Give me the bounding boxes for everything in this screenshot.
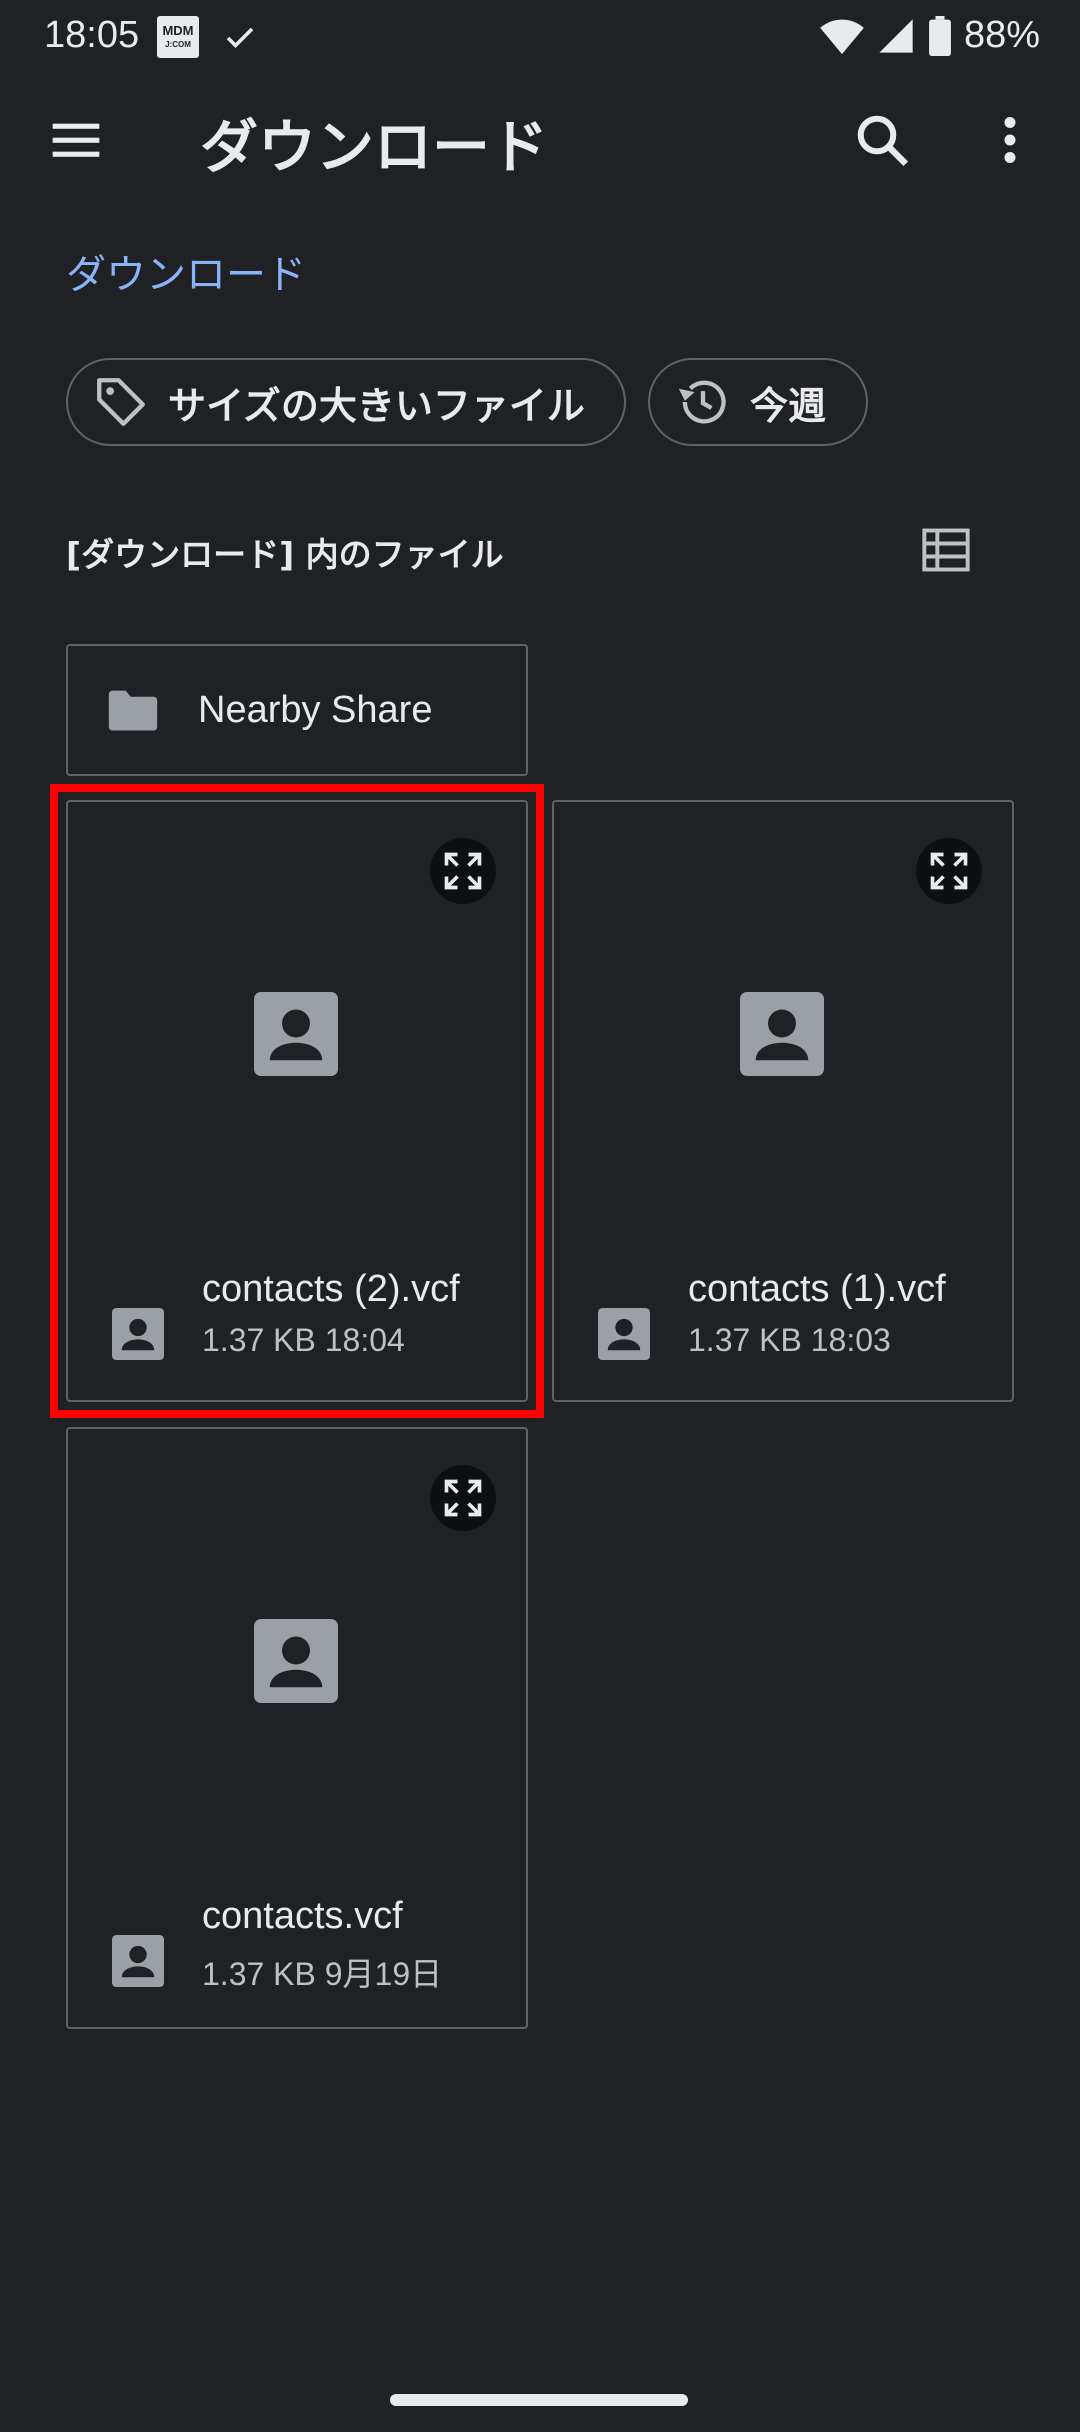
check-icon <box>226 27 254 49</box>
file-name: contacts.vcf <box>202 1895 403 1937</box>
menu-icon[interactable] <box>48 112 104 168</box>
contact-preview-icon <box>254 1619 338 1703</box>
mdm-label: MDM <box>162 23 194 38</box>
chip-label: 今週 <box>750 383 827 428</box>
history-icon <box>678 380 726 424</box>
expand-icon <box>930 852 968 890</box>
breadcrumb[interactable]: ダウンロード <box>66 242 306 300</box>
chip-this-week[interactable]: 今週 <box>648 358 868 446</box>
file-card[interactable]: contacts (1).vcf 1.37 KB 18:03 <box>552 800 1014 1402</box>
folder-name: Nearby Share <box>198 688 433 731</box>
page-title: ダウンロード <box>200 113 549 181</box>
gesture-nav-handle[interactable] <box>390 2394 688 2406</box>
file-meta: 1.37 KB 9月19日 <box>202 1956 443 1992</box>
battery-percent: 88% <box>963 14 1040 56</box>
tag-icon <box>97 378 145 426</box>
file-meta: 1.37 KB 18:03 <box>688 1322 891 1358</box>
battery-icon <box>929 15 951 56</box>
expand-preview-button[interactable] <box>916 838 982 904</box>
expand-icon <box>444 1479 482 1517</box>
list-view-icon[interactable] <box>920 524 972 576</box>
signal-icon <box>879 18 913 53</box>
folder-icon <box>108 690 158 731</box>
folder-nearby-share[interactable]: Nearby Share <box>66 644 528 776</box>
status-right: 88% <box>820 14 1040 57</box>
wifi-icon <box>820 19 864 54</box>
contact-file-icon <box>598 1308 650 1360</box>
section-title: [ダウンロード] 内のファイル <box>66 535 504 574</box>
highlight-box <box>50 784 544 1418</box>
file-name: contacts (1).vcf <box>688 1268 946 1310</box>
contact-file-icon <box>112 1935 164 1987</box>
expand-preview-button[interactable] <box>430 1465 496 1531</box>
contact-preview-icon <box>740 992 824 1076</box>
status-time: 18:05 <box>44 14 140 56</box>
file-card[interactable]: contacts.vcf 1.37 KB 9月19日 <box>66 1427 528 2029</box>
mdm-icon: MDM J:COM <box>157 16 199 58</box>
more-options-icon[interactable] <box>980 110 1040 170</box>
chip-large-files[interactable]: サイズの大きいファイル <box>66 358 626 446</box>
mdm-sublabel: J:COM <box>165 40 191 49</box>
chip-label: サイズの大きいファイル <box>168 383 585 428</box>
search-icon[interactable] <box>852 110 912 170</box>
